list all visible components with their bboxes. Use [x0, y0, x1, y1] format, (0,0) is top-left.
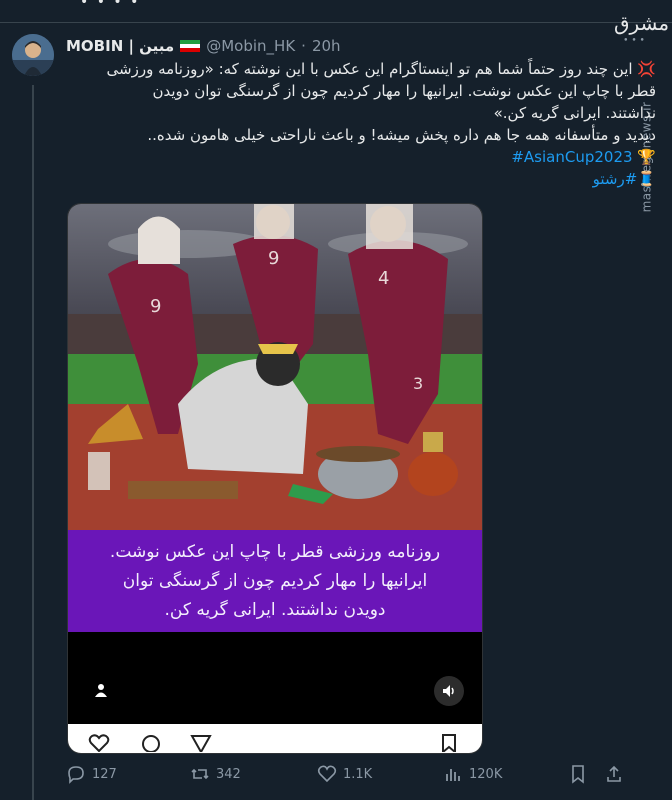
- share-button[interactable]: [604, 764, 624, 784]
- mashregh-logo: مشرق • • •: [614, 11, 670, 46]
- tweet-line: 💢 این چند روز حتماً شما هم تو اینستاگرام…: [106, 60, 656, 78]
- tweet-header: MOBIN | مبین @Mobin_HK · 20h: [66, 36, 341, 56]
- tweet-body: 💢 این چند روز حتماً شما هم تو اینستاگرام…: [66, 58, 656, 190]
- tweet-actions: 127 342 1.1K 120K: [66, 764, 626, 790]
- heart-icon[interactable]: [88, 734, 110, 752]
- bookmark-outline-icon: [572, 765, 584, 784]
- tweet-line: دیدید و متأسفانه همه جا هم داره پخش میشه…: [147, 126, 656, 144]
- thread-icon: 🧵: [637, 170, 656, 188]
- instagram-action-bar: [68, 724, 482, 753]
- hashtag-asiancup[interactable]: #AsianCup2023: [511, 148, 632, 166]
- image-caption: روزنامه ورزشی قطر با چاپ این عکس نوشت. ا…: [68, 530, 482, 632]
- user-handle[interactable]: @Mobin_HK: [206, 37, 295, 55]
- tweet-time[interactable]: 20h: [312, 37, 341, 55]
- retweet-count: 342: [216, 766, 241, 782]
- jersey-number: 9: [268, 248, 279, 269]
- views-count: 120K: [469, 766, 503, 782]
- retweet-button[interactable]: 342: [190, 764, 241, 784]
- bookmark-icon[interactable]: [438, 734, 460, 752]
- iran-flag-icon: [180, 39, 201, 53]
- jersey-number: 4: [378, 268, 389, 289]
- views-icon: [446, 769, 460, 781]
- header-separator: ·: [301, 37, 306, 55]
- video-area[interactable]: [68, 632, 482, 724]
- hashtag-thread[interactable]: #رشتو: [593, 170, 638, 188]
- send-icon[interactable]: [190, 734, 212, 752]
- display-name[interactable]: MOBIN | مبین: [66, 37, 174, 55]
- like-count: 1.1K: [343, 766, 373, 782]
- top-bar-dots: • • • •: [80, 0, 141, 10]
- caption-line: ایرانیها را مهار کردیم چون از گرسنگی توا…: [122, 570, 428, 591]
- views-button[interactable]: 120K: [443, 764, 502, 784]
- comment-icon[interactable]: [140, 734, 162, 752]
- jersey-number: 3: [413, 374, 423, 393]
- like-button[interactable]: 1.1K: [317, 764, 372, 784]
- share-icon: [607, 765, 621, 782]
- user-icon[interactable]: [94, 683, 108, 697]
- reply-button[interactable]: 127: [66, 764, 117, 784]
- media-photo[interactable]: 9 9 4 3: [68, 204, 482, 530]
- caption-line: روزنامه ورزشی قطر با چاپ این عکس نوشت.: [109, 541, 441, 562]
- tweet-line: قطر با چاپ این عکس نوشت. ایرانیها را مها…: [152, 82, 656, 100]
- sound-icon[interactable]: [434, 676, 464, 706]
- media-card[interactable]: 9 9 4 3 روزنامه ورزشی قطر با چاپ این عکس…: [67, 203, 483, 754]
- trophy-icon: 🏆: [637, 148, 656, 166]
- caption-line: دویدن نداشتند. ایرانی گریه کن.: [164, 599, 386, 620]
- reply-count: 127: [92, 766, 117, 782]
- tweet-line: نداشتند. ایرانی گریه کن.»: [493, 104, 656, 122]
- avatar[interactable]: [12, 34, 54, 76]
- retweet-icon: [191, 768, 209, 780]
- thread-line: [32, 85, 34, 800]
- reply-icon: [68, 766, 84, 784]
- heart-outline-icon: [317, 765, 337, 783]
- jersey-number: 9: [150, 296, 161, 317]
- bookmark-button[interactable]: [568, 764, 588, 784]
- top-bar: • • • •: [0, 0, 672, 23]
